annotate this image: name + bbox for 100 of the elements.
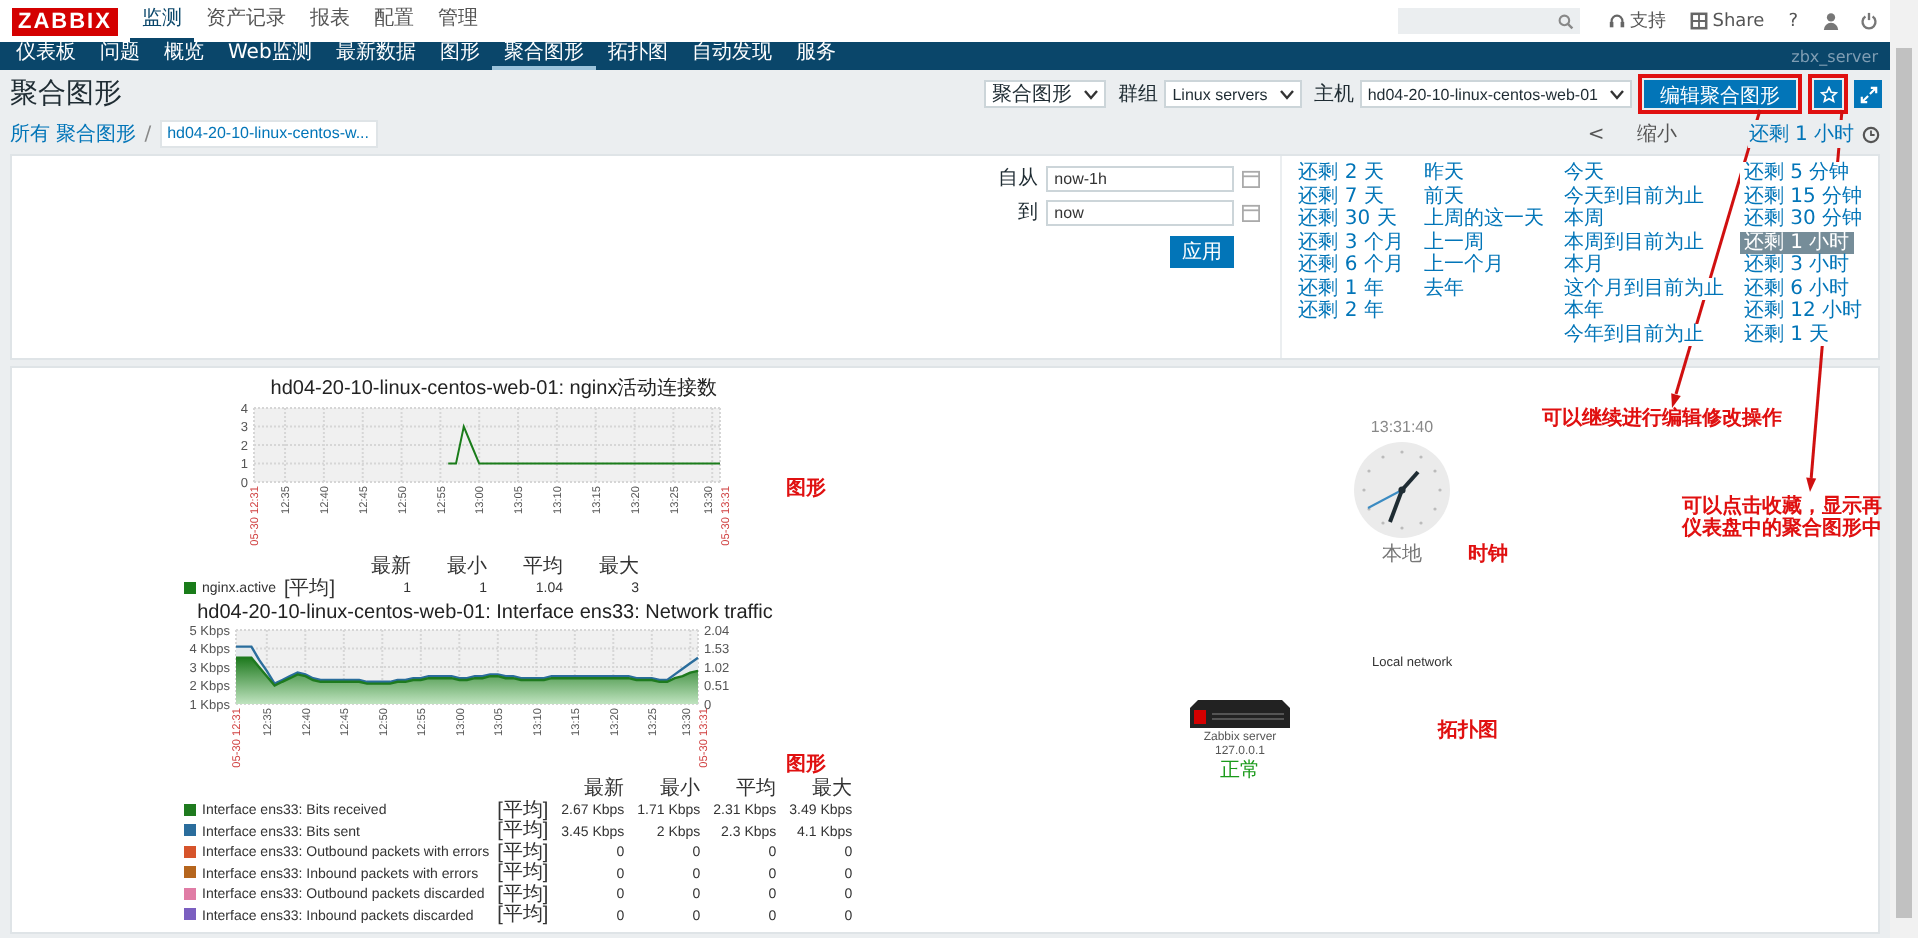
time-range-link[interactable]: 前天 [1419, 185, 1468, 208]
server-icon [1190, 700, 1290, 728]
nav-item[interactable]: 图形 [427, 42, 492, 70]
host-status: 正常 [1220, 760, 1260, 782]
time-range-link[interactable]: 还剩 1 小时 [1739, 231, 1854, 254]
share-icon [1690, 12, 1709, 30]
time-range-link[interactable]: 上一周 [1419, 231, 1488, 254]
menu-item[interactable]: 报表 [297, 1, 362, 41]
function-label: [平均] [497, 904, 549, 926]
nav-item[interactable]: 仪表板 [4, 42, 88, 70]
fullscreen-button[interactable] [1854, 80, 1882, 108]
time-range-link[interactable]: 还剩 15 分钟 [1739, 185, 1866, 208]
nav-item[interactable]: 问题 [88, 42, 152, 70]
time-range-link[interactable]: 还剩 1 年 [1294, 277, 1388, 300]
breadcrumb-item[interactable]: hd04-20-10-linux-centos-w... [159, 120, 378, 148]
column-header: 最小 [660, 778, 701, 800]
column-header: 最小 [447, 556, 488, 578]
select-label: 主机 [1313, 81, 1354, 108]
server-name: zbx_server [1791, 47, 1880, 65]
calendar-icon[interactable] [1242, 169, 1261, 187]
annotation-note: 图形 [786, 752, 826, 778]
time-range-link[interactable]: 上周的这一天 [1419, 208, 1548, 231]
time-range-link[interactable]: 还剩 3 小时 [1739, 254, 1854, 277]
annotation-note: 图形 [786, 475, 826, 501]
expand-icon [1859, 85, 1877, 103]
share-link[interactable]: Share [1690, 11, 1765, 31]
time-range-link[interactable]: 还剩 2 年 [1294, 300, 1388, 323]
dropdown[interactable]: hd04-20-10-linux-centos-web-01 [1359, 80, 1632, 108]
input-field[interactable]: now [1046, 199, 1235, 225]
zoom-out-button[interactable]: 缩小 [1636, 120, 1677, 148]
function-label: [平均] [497, 841, 549, 863]
apply-button[interactable]: 应用 [1170, 236, 1235, 268]
dropdown[interactable]: 聚合图形 [984, 80, 1107, 108]
nav-item[interactable]: 拓扑图 [595, 42, 680, 70]
nav-item[interactable]: 聚合图形 [491, 42, 596, 70]
headset-icon [1608, 12, 1627, 30]
previous-button[interactable]: < [1587, 123, 1605, 145]
time-range-link[interactable]: 昨天 [1419, 162, 1468, 185]
caret-icon [1279, 89, 1294, 99]
column-header: 平均 [736, 778, 777, 800]
menu-item[interactable]: 资产记录 [193, 1, 298, 41]
function-label: [平均] [497, 820, 549, 842]
function-label: [平均] [497, 883, 549, 905]
column-header: 最新 [371, 556, 412, 578]
clock-time: 13:31:40 [1370, 418, 1434, 436]
time-range-link[interactable]: 还剩 7 天 [1294, 185, 1388, 208]
power-icon[interactable] [1860, 12, 1878, 30]
time-range-link[interactable]: 本周 [1559, 208, 1608, 231]
analog-clock [1352, 440, 1452, 540]
time-range-link[interactable]: 还剩 30 分钟 [1739, 208, 1866, 231]
field-label: 自从 [998, 165, 1039, 192]
support-link[interactable]: 支持 [1608, 8, 1667, 34]
search-icon [1558, 13, 1575, 29]
time-range-link[interactable]: 还剩 30 天 [1294, 208, 1401, 231]
edit-button[interactable]: 编辑聚合图形 [1644, 80, 1796, 108]
time-range-link[interactable]: 去年 [1419, 277, 1468, 300]
time-range-link[interactable]: 这个月到目前为止 [1559, 277, 1728, 300]
nav-item[interactable]: 自动发现 [679, 42, 784, 70]
calendar-icon[interactable] [1242, 203, 1261, 221]
dropdown[interactable]: Linux servers [1164, 80, 1302, 108]
nav-item[interactable]: 服务 [783, 42, 848, 70]
time-range-link[interactable]: 还剩 6 小时 [1739, 277, 1854, 300]
time-range-link[interactable]: 今年到目前为止 [1559, 323, 1708, 346]
time-range-link[interactable]: 还剩 5 分钟 [1739, 162, 1854, 185]
nav-item[interactable]: 最新数据 [323, 42, 428, 70]
nav-item[interactable]: 概览 [152, 42, 216, 70]
menu-item[interactable]: 配置 [361, 1, 426, 41]
user-icon[interactable] [1822, 12, 1840, 30]
select-label: 群组 [1118, 82, 1159, 108]
time-range-button[interactable]: 还剩 1 小时 [1748, 120, 1854, 148]
column-header: 平均 [523, 556, 564, 578]
clock-icon[interactable] [1862, 125, 1880, 143]
scrollbar[interactable] [1890, 0, 1918, 938]
column-header: 最大 [812, 778, 853, 800]
annotation-note: 可以点击收藏，显示再仪表盘中的聚合图形中 [1682, 496, 1884, 540]
time-range-link[interactable]: 还剩 12 小时 [1739, 300, 1866, 323]
nav-item[interactable]: Web监测 [216, 42, 324, 70]
help-link[interactable]: ? [1788, 11, 1798, 31]
time-range-link[interactable]: 今天 [1559, 162, 1608, 185]
time-range-link[interactable]: 今天到目前为止 [1559, 185, 1708, 208]
annotation-note: 可以继续进行编辑修改操作 [1542, 405, 1782, 432]
annotation-note: 拓扑图 [1438, 717, 1498, 744]
input-field[interactable]: now-1h [1046, 165, 1235, 191]
star-icon [1819, 85, 1837, 103]
time-range-link[interactable]: 还剩 2 天 [1294, 162, 1388, 185]
page-title: 聚合图形 [10, 76, 124, 112]
chart-title: hd04-20-10-linux-centos-web-01: nginx活动连接数 [268, 375, 720, 402]
search-field[interactable] [1398, 8, 1581, 34]
column-header: 最新 [584, 778, 625, 800]
column-header: 最大 [599, 556, 640, 578]
caret-icon [1084, 89, 1099, 99]
time-range-link[interactable]: 还剩 1 天 [1739, 323, 1834, 346]
clock-label: 本地 [1382, 541, 1422, 568]
field-label: 到 [1018, 200, 1039, 226]
logo: ZABBIX [12, 7, 118, 35]
breadcrumb-separator: / [144, 123, 152, 145]
time-range-link[interactable]: 本周到目前为止 [1559, 231, 1708, 254]
menu-item[interactable]: 管理 [425, 1, 490, 41]
time-range-link[interactable]: 本年 [1559, 300, 1608, 323]
breadcrumb-item[interactable]: 所有 聚合图形 [10, 120, 137, 148]
